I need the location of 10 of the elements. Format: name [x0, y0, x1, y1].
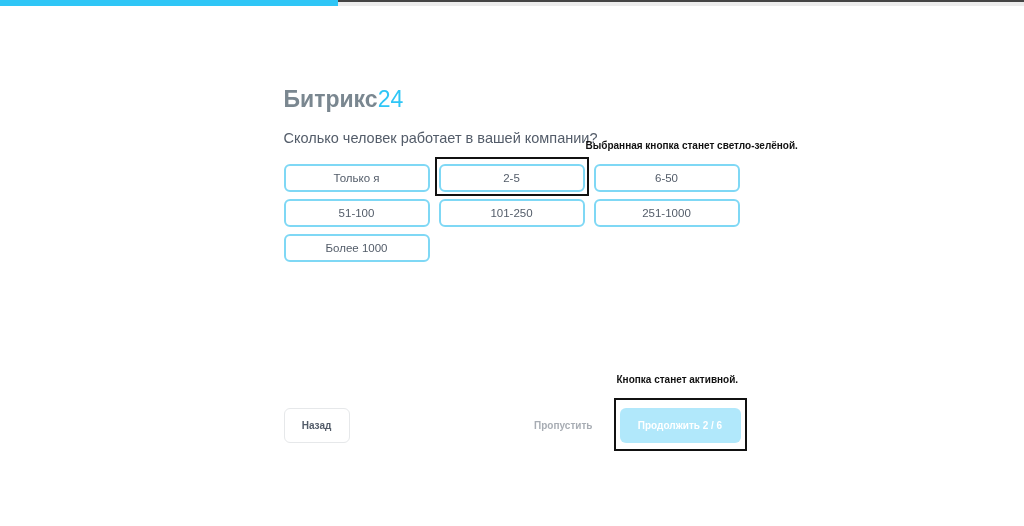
- option-button[interactable]: 51-100: [283, 199, 430, 227]
- option-button[interactable]: Более 1000: [283, 234, 430, 262]
- logo: Битрикс24: [283, 86, 404, 114]
- annotation-note: Кнопка станет активной.: [616, 374, 739, 385]
- option-button[interactable]: 101-250: [438, 199, 585, 227]
- option-button[interactable]: 251-1000: [593, 199, 740, 227]
- option-button[interactable]: Только я: [283, 164, 430, 192]
- option-button[interactable]: 6-50: [593, 164, 740, 192]
- option-button[interactable]: 2-5: [438, 164, 585, 192]
- back-button[interactable]: Назад: [283, 408, 350, 443]
